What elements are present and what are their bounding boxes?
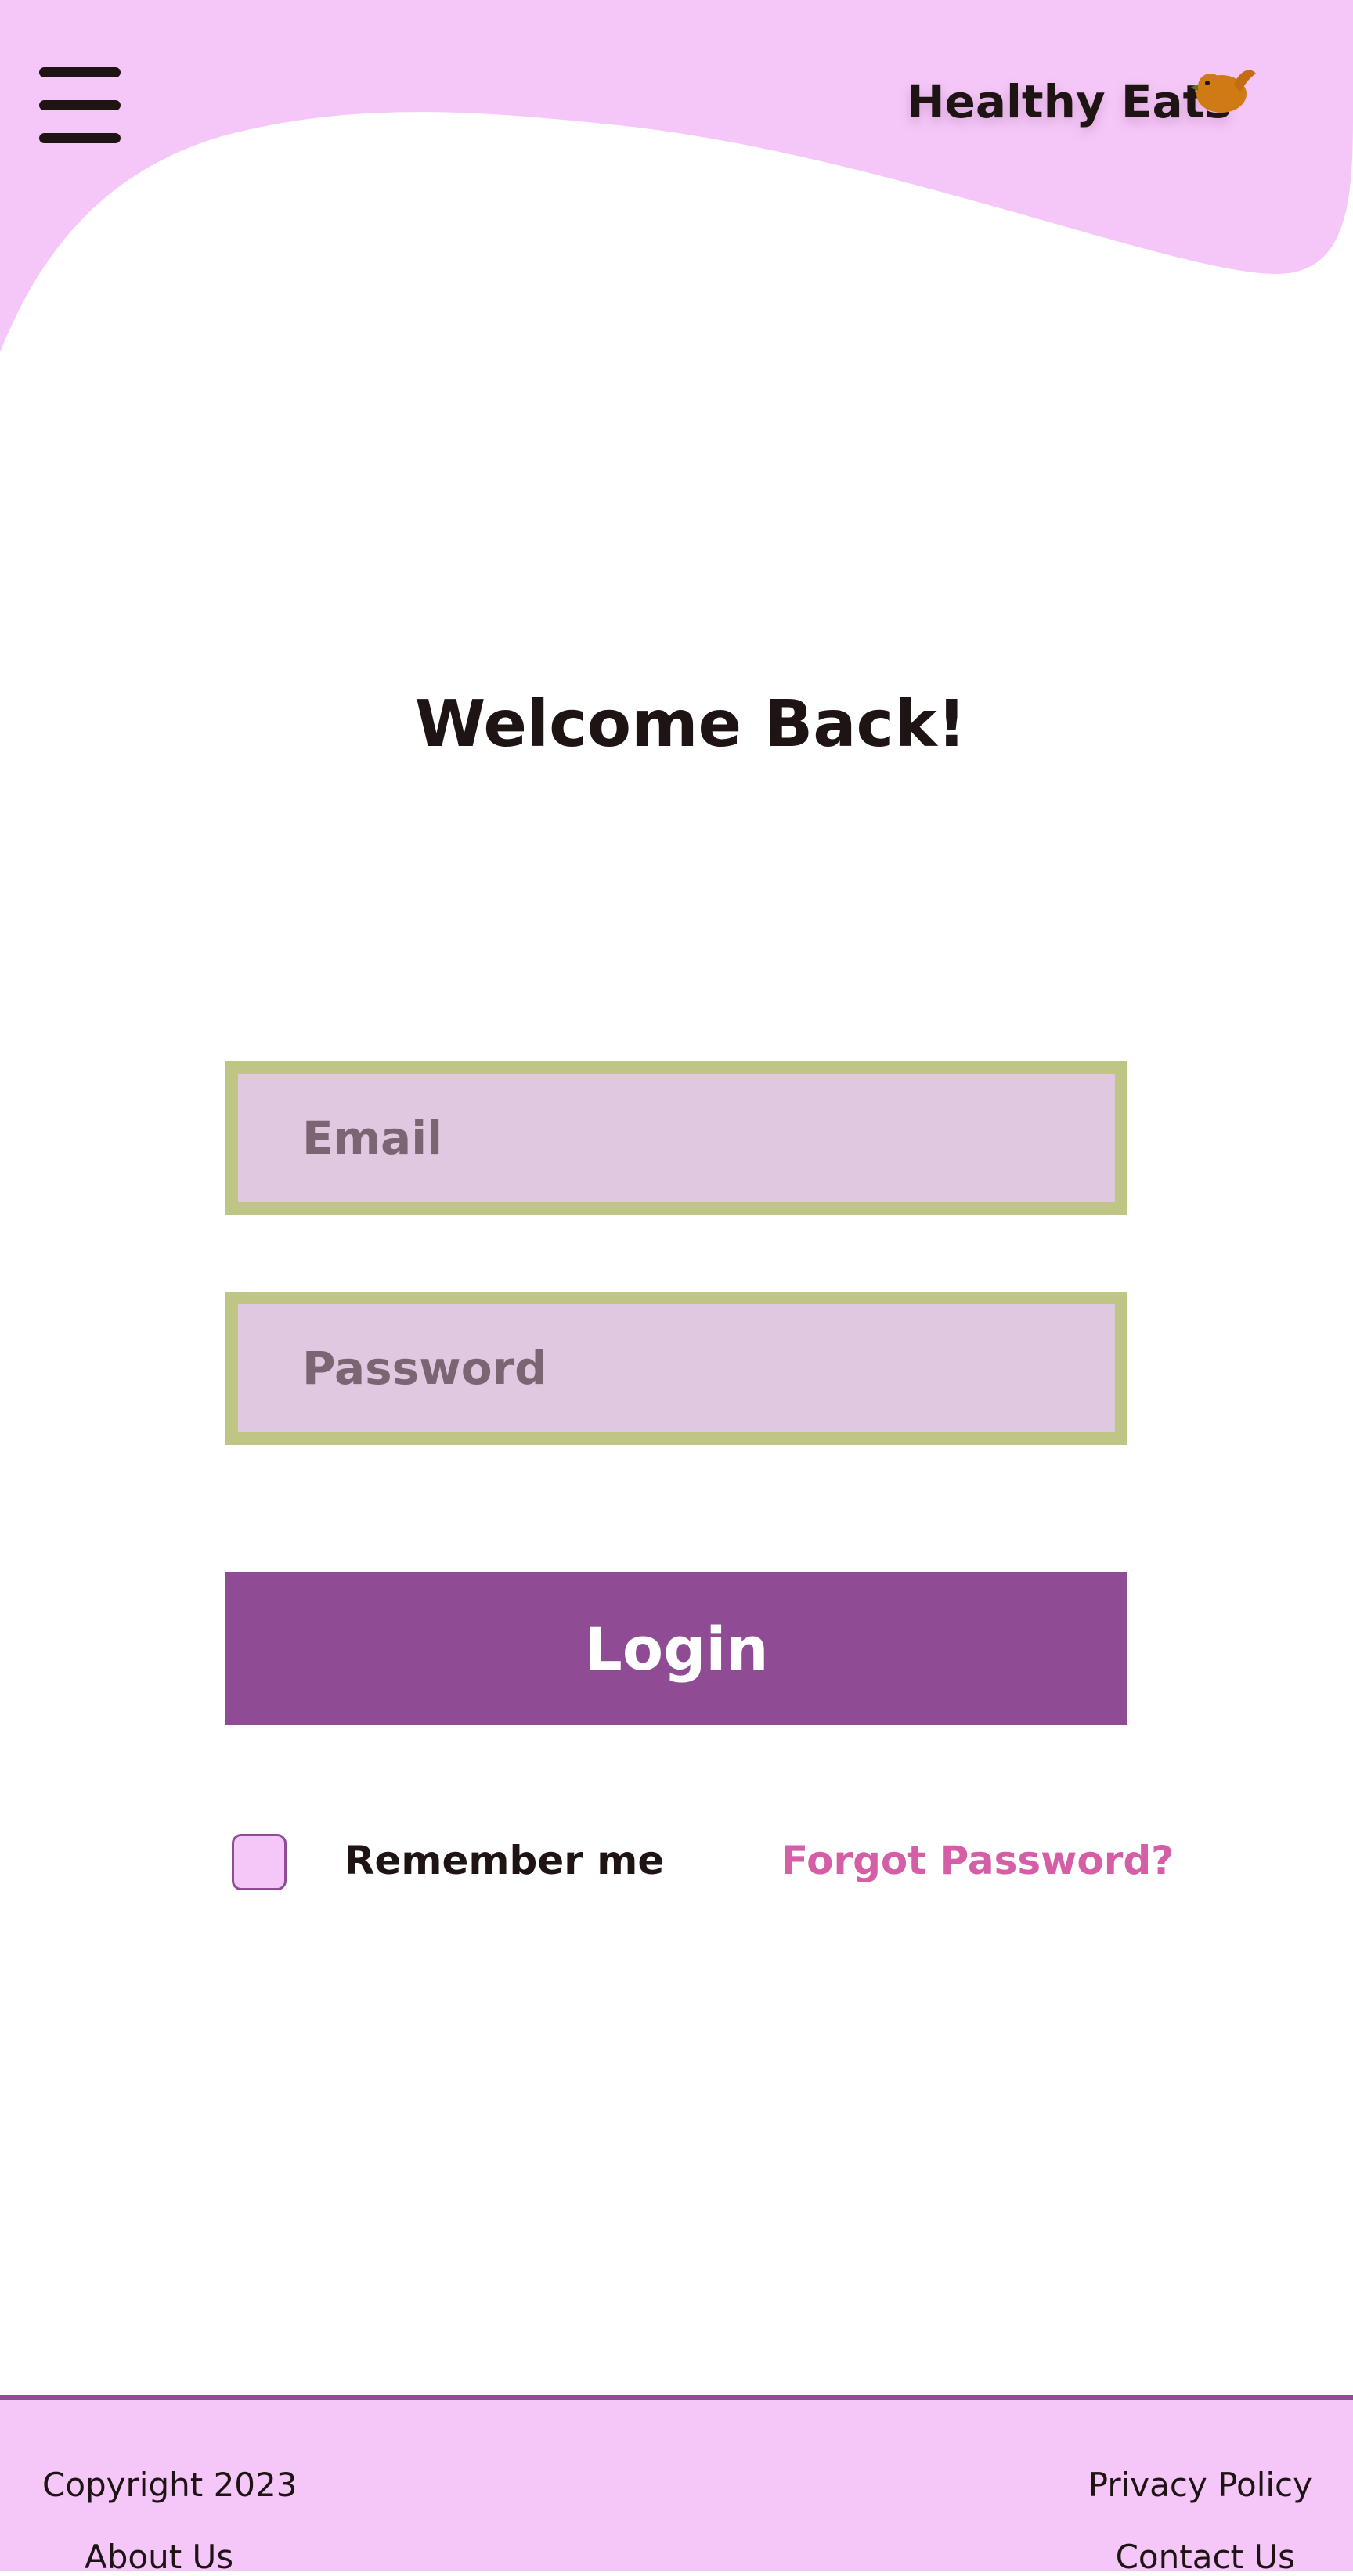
hamburger-menu-icon[interactable]: [39, 67, 121, 143]
page-title: Welcome Back!: [414, 687, 967, 762]
forgot-password-link[interactable]: Forgot Password?: [781, 1838, 1174, 1883]
password-field-container: [226, 1292, 1128, 1445]
login-button[interactable]: Login: [226, 1572, 1128, 1725]
password-field[interactable]: [238, 1304, 1115, 1432]
remember-me-checkbox[interactable]: [232, 1834, 287, 1890]
bird-icon: [1190, 70, 1256, 113]
email-field-container: [226, 1061, 1128, 1215]
email-field[interactable]: [238, 1074, 1115, 1202]
brand-logo[interactable]: Healthy Eats: [907, 70, 1267, 153]
remember-me-label: Remember me: [345, 1838, 665, 1883]
brand-name: Healthy Eats: [907, 75, 1232, 128]
copyright-text: Copyright 2023: [42, 2466, 298, 2504]
footer: Copyright 2023 About Us Privacy Policy C…: [0, 2395, 1353, 2576]
header-wave-background: [0, 0, 1353, 352]
about-us-link[interactable]: About Us: [85, 2538, 233, 2576]
privacy-policy-link[interactable]: Privacy Policy: [1088, 2466, 1312, 2504]
contact-us-link[interactable]: Contact Us: [1116, 2538, 1295, 2576]
